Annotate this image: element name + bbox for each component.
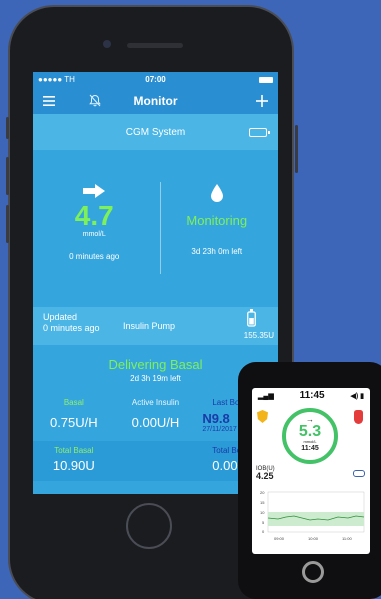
volume-up-button: [6, 157, 9, 195]
pen-icon: [353, 470, 365, 477]
glucose-value: 4.7: [74, 200, 114, 231]
sensor-time-left: 3d 23h 0m left: [191, 247, 243, 256]
signal-icon: ▂▄▆: [258, 392, 274, 400]
y-tick: 20: [260, 490, 265, 495]
earpiece-speaker: [127, 43, 183, 48]
insulin-vial-icon: [247, 309, 256, 327]
x-tick: 09:00: [274, 536, 285, 541]
active-insulin-value: 0.00U/H: [131, 415, 180, 430]
x-tick: 11:00: [342, 536, 352, 541]
y-tick: 15: [260, 500, 265, 505]
glucose-trend-chart: 20 15 10 5 0 09:00 10:00 11:00: [258, 490, 366, 544]
page-title: Monitor: [133, 93, 178, 108]
iob-readout: IOB(U) 4.25: [256, 466, 275, 481]
reservoir-icon: [354, 410, 363, 424]
clock: 07:00: [145, 75, 166, 84]
home-button[interactable]: [126, 503, 172, 549]
pump-updated: Updated 0 minutes ago: [43, 312, 100, 334]
total-basal-value: 10.90U: [52, 458, 95, 473]
shield-icon: [257, 410, 268, 423]
glucose-panel: 4.7 mmol/L 0 minutes ago Monitoring 3d 2…: [33, 150, 278, 307]
basal-rate: Basal 0.75U/H: [33, 398, 115, 433]
trend-chart-svg: 20 15 10 5 0 09:00 10:00 11:00: [260, 490, 365, 541]
total-basal: Total Basal 10.90U: [33, 441, 115, 481]
x-tick: 10:00: [308, 536, 319, 541]
device-reading-time: 11:45: [301, 445, 319, 452]
cgm-section-title: CGM System: [125, 126, 186, 138]
y-tick: 5: [262, 520, 265, 525]
trend-arrow-icon: [83, 184, 106, 198]
plus-icon[interactable]: [254, 93, 270, 109]
total-basal-label: Total Basal: [54, 446, 94, 455]
sensor-status: Monitoring 3d 23h 0m left: [156, 150, 279, 307]
active-insulin: Active Insulin 0.00U/H: [115, 398, 197, 433]
cgm-system-header[interactable]: CGM System: [33, 114, 278, 150]
blood-drop-icon: [210, 184, 223, 202]
basal-rate-label: Basal: [63, 398, 84, 407]
device-screen: ▂▄▆ 11:45 ◀) ▮ → 5.3 mmol/L 11:45 IOB(U)…: [252, 388, 370, 554]
glucose-ring: → 5.3 mmol/L 11:45: [282, 408, 338, 464]
volume-down-button: [6, 205, 9, 243]
glucose-updated: 0 minutes ago: [69, 252, 120, 261]
glucose-reading: 4.7 mmol/L 0 minutes ago: [33, 150, 156, 307]
device-glucose-unit: mmol/L: [303, 439, 317, 444]
volume-icon: ◀) ▮: [350, 392, 364, 400]
panel-divider: [160, 182, 161, 274]
insulin-pump-header[interactable]: Updated 0 minutes ago Insulin Pump 155.3…: [33, 307, 278, 345]
insulin-pump-device: ▂▄▆ 11:45 ◀) ▮ → 5.3 mmol/L 11:45 IOB(U)…: [238, 362, 381, 599]
bell-off-icon[interactable]: [87, 93, 103, 109]
sensor-status-text: Monitoring: [186, 213, 248, 228]
device-glucose-value: 5.3: [298, 423, 322, 440]
active-insulin-label: Active Insulin: [131, 398, 180, 407]
power-button: [295, 125, 298, 173]
reservoir-amount: 155.35U: [243, 331, 274, 340]
y-tick: 0: [262, 529, 265, 534]
front-camera: [103, 40, 111, 48]
pump-updated-value: 0 minutes ago: [43, 323, 100, 333]
nav-bar: Monitor: [33, 87, 278, 114]
totals-spacer: [115, 441, 197, 481]
y-tick: 10: [260, 510, 265, 515]
status-bar: ●●●●● TH 07:00: [33, 72, 278, 87]
pump-name: Insulin Pump: [123, 321, 176, 331]
device-button[interactable]: [302, 561, 324, 583]
device-clock: 11:45: [299, 390, 325, 401]
glucose-unit: mmol/L: [82, 231, 106, 238]
device-status-bar: ▂▄▆ 11:45 ◀) ▮: [252, 388, 370, 403]
iob-value: 4.25: [256, 471, 274, 481]
pump-updated-label: Updated: [43, 312, 78, 322]
hamburger-icon[interactable]: [41, 93, 57, 109]
cgm-battery-icon: [249, 128, 270, 137]
mute-switch: [6, 117, 9, 139]
basal-rate-value: 0.75U/H: [49, 415, 98, 430]
